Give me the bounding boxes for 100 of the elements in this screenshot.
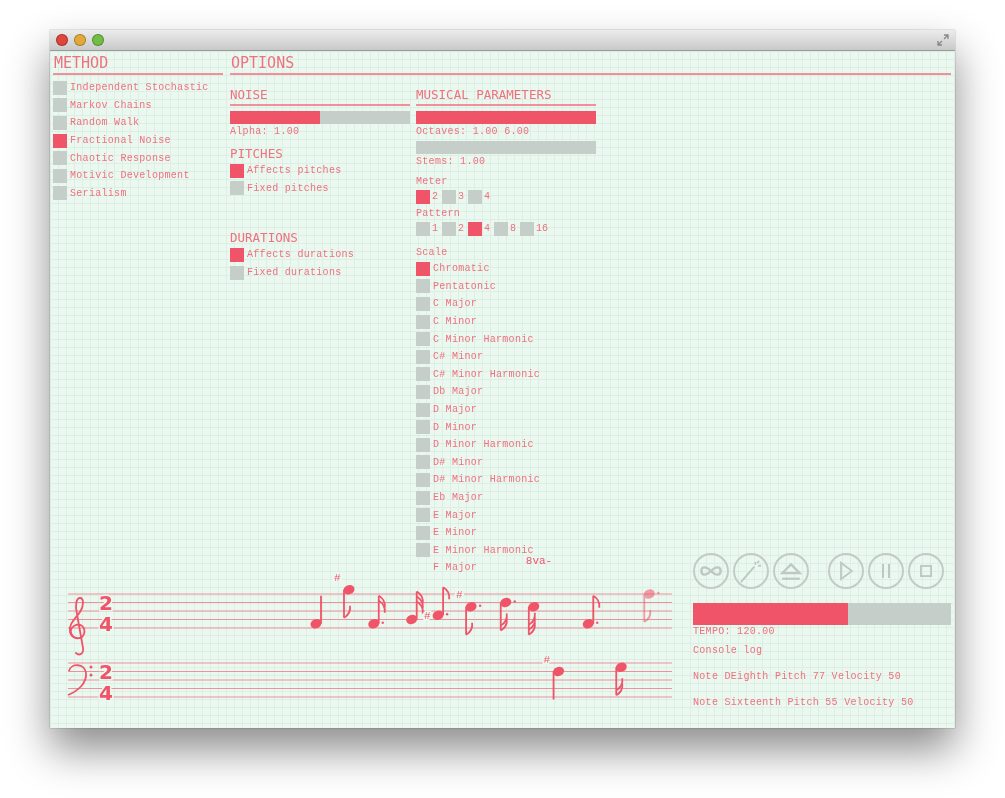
checkbox[interactable] <box>416 279 430 294</box>
treble-clef-icon <box>68 597 86 656</box>
checkbox[interactable] <box>416 455 430 470</box>
note-drawing <box>310 594 322 629</box>
sharp-sign: # <box>456 588 463 601</box>
method-option[interactable]: Fractional Noise <box>53 131 223 150</box>
minimize-button[interactable] <box>74 34 86 46</box>
loop-button[interactable] <box>693 553 729 589</box>
checkbox[interactable] <box>416 332 430 347</box>
group-label: Pattern <box>416 207 462 221</box>
checkbox[interactable] <box>416 189 430 204</box>
scale-option[interactable]: D# Minor <box>416 453 596 472</box>
magic-wand-button[interactable] <box>733 553 769 589</box>
note-drawing <box>465 602 482 636</box>
pitch-option[interactable]: Fixed pitches <box>230 179 410 198</box>
scale-option[interactable]: C Minor Harmonic <box>416 330 596 348</box>
checkbox[interactable] <box>416 525 430 540</box>
checkbox[interactable] <box>416 472 430 487</box>
checkbox[interactable] <box>494 221 509 236</box>
checkbox[interactable] <box>442 221 456 236</box>
scale-option[interactable]: Eb Major <box>416 488 596 507</box>
method-option[interactable]: Motivic Development <box>53 166 223 185</box>
stems-slider[interactable] <box>416 141 596 154</box>
play-button[interactable] <box>828 553 864 589</box>
option-label: E Major <box>433 509 478 521</box>
method-option[interactable]: Markov Chains <box>53 96 223 115</box>
checkbox[interactable] <box>520 221 535 236</box>
checkbox[interactable] <box>468 221 483 236</box>
slider-reading: Octaves: 1.00 6.00 <box>416 125 531 139</box>
method-option[interactable]: Chaotic Response <box>53 149 223 167</box>
checkbox[interactable] <box>416 367 430 382</box>
scale-option[interactable]: D Minor Harmonic <box>416 435 596 454</box>
checkbox[interactable] <box>416 420 430 435</box>
octaves-range-slider[interactable] <box>416 111 596 124</box>
scale-option[interactable]: C# Minor Harmonic <box>416 365 596 384</box>
stop-button[interactable] <box>908 553 944 589</box>
option-label: 4 <box>484 223 491 234</box>
bass-clef-icon <box>67 664 93 696</box>
checkbox[interactable] <box>416 261 430 276</box>
fullscreen-icon[interactable] <box>937 34 949 46</box>
checkbox[interactable] <box>468 189 483 204</box>
checkbox[interactable] <box>230 265 244 280</box>
checkbox[interactable] <box>230 181 244 196</box>
checkbox[interactable] <box>442 189 456 204</box>
scale-option[interactable]: D# Minor Harmonic <box>416 471 596 489</box>
zoom-button[interactable] <box>92 34 104 46</box>
scale-option[interactable]: D Minor <box>416 418 596 436</box>
checkbox[interactable] <box>416 314 430 329</box>
checkbox[interactable] <box>53 133 67 148</box>
scale-option[interactable]: D Major <box>416 400 596 419</box>
checkbox[interactable] <box>416 543 430 558</box>
scale-option[interactable]: C# Minor <box>416 347 596 366</box>
checkbox[interactable] <box>416 349 430 364</box>
panel-heading: PITCHES <box>230 146 284 162</box>
option-label: 4 <box>484 191 491 202</box>
checkbox[interactable] <box>53 168 67 183</box>
method-option[interactable]: Random Walk <box>53 114 223 132</box>
option-label: E Minor Harmonic <box>433 544 534 556</box>
checkbox[interactable] <box>416 437 430 452</box>
pitch-option[interactable]: Affects pitches <box>230 162 410 180</box>
checkbox[interactable] <box>416 297 430 311</box>
checkbox[interactable] <box>53 186 67 201</box>
scale-option[interactable]: C Minor <box>416 312 596 331</box>
alpha-slider[interactable] <box>230 111 410 124</box>
console-line: Note DEighth Pitch 77 Velocity 50 <box>693 670 902 684</box>
ottava-mark: 8va- <box>525 555 553 567</box>
note-drawing <box>432 586 451 620</box>
option-label: Fixed durations <box>247 267 342 279</box>
method-option[interactable]: Serialism <box>53 184 223 203</box>
option-label: Fixed pitches <box>247 182 329 194</box>
tempo-slider[interactable] <box>693 603 951 625</box>
pause-button[interactable] <box>868 553 904 589</box>
checkbox[interactable] <box>53 116 67 130</box>
eject-button[interactable] <box>773 553 809 589</box>
checkbox[interactable] <box>230 248 244 262</box>
scale-option[interactable]: E Major <box>416 506 596 524</box>
panel-heading: MUSICAL PARAMETERS <box>416 87 596 106</box>
duration-option[interactable]: Affects durations <box>230 246 410 264</box>
scale-option[interactable]: E Minor <box>416 523 596 542</box>
magic-wand-icon <box>740 559 762 583</box>
sharp-sign: # <box>334 571 341 584</box>
checkbox[interactable] <box>416 384 430 399</box>
checkbox[interactable] <box>416 490 430 505</box>
checkbox[interactable] <box>53 151 67 166</box>
note-drawing <box>368 594 386 629</box>
checkbox[interactable] <box>53 98 67 113</box>
scale-option[interactable]: Chromatic <box>416 260 596 278</box>
scale-option[interactable]: C Major <box>416 295 596 313</box>
scale-option[interactable]: Pentatonic <box>416 277 596 296</box>
checkbox[interactable] <box>416 508 430 523</box>
close-button[interactable] <box>56 34 68 46</box>
duration-option[interactable]: Fixed durations <box>230 263 410 282</box>
option-label: Fractional Noise <box>70 135 171 147</box>
method-option[interactable]: Independent Stochastic <box>53 79 223 97</box>
scale-option[interactable]: Db Major <box>416 383 596 401</box>
checkbox[interactable] <box>53 80 67 95</box>
checkbox[interactable] <box>230 163 244 178</box>
option-label: Random Walk <box>70 117 140 129</box>
checkbox[interactable] <box>416 221 430 236</box>
checkbox[interactable] <box>416 402 430 417</box>
